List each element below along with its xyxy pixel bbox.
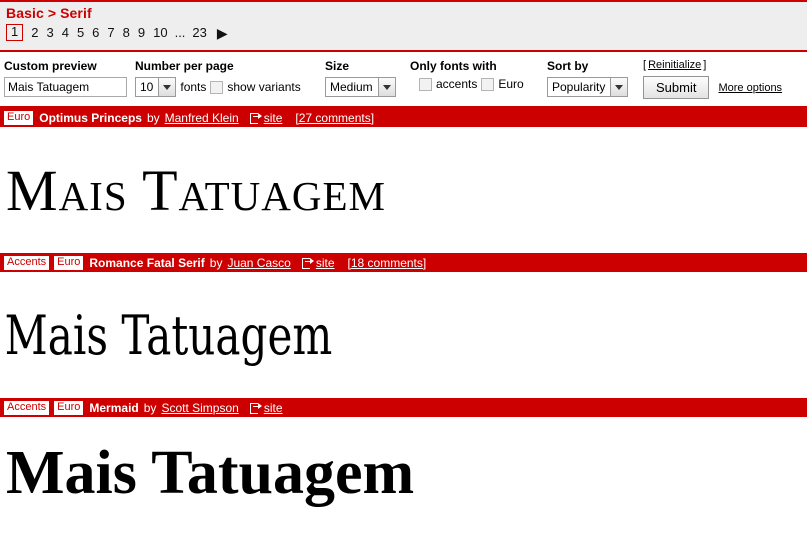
sort-by-label: Sort by — [547, 59, 589, 73]
pagination: 1 2 3 4 5 6 7 8 9 10 ... 23 ▶ — [4, 24, 803, 41]
font-name: Optimus Princeps — [39, 110, 142, 125]
chevron-down-icon — [158, 78, 176, 96]
font-site-link[interactable]: site — [264, 401, 283, 415]
font-comments-link[interactable]: [18 comments] — [348, 256, 427, 270]
font-site-link[interactable]: site — [264, 111, 283, 125]
pagination-page-last[interactable]: 23 — [188, 25, 210, 41]
by-label: by — [146, 110, 160, 125]
pagination-page-4[interactable]: 4 — [58, 25, 73, 41]
pagination-page-8[interactable]: 8 — [119, 25, 134, 41]
custom-preview-group: Custom preview — [4, 58, 135, 97]
reinitialize-link[interactable]: Reinitialize — [648, 59, 701, 71]
font-author-link[interactable]: Juan Casco — [227, 256, 290, 270]
accents-label: accents — [436, 77, 478, 91]
font-header-bar: Euro Optimus Princeps by Manfred Klein s… — [0, 108, 807, 127]
custom-preview-label: Custom preview — [4, 59, 97, 73]
by-label: by — [143, 400, 157, 415]
badge-accents[interactable]: Accents — [4, 400, 50, 415]
chevron-down-icon — [377, 78, 395, 96]
badge-euro[interactable]: Euro — [4, 110, 34, 125]
pagination-current-page: 1 — [6, 24, 24, 41]
pagination-page-6[interactable]: 6 — [88, 25, 103, 41]
breadcrumb[interactable]: Basic > Serif — [4, 5, 803, 22]
size-label: Size — [325, 59, 350, 73]
euro-label: Euro — [498, 77, 524, 91]
pagination-page-2[interactable]: 2 — [27, 25, 42, 41]
pagination-ellipsis: ... — [174, 24, 186, 40]
number-per-page-group: Number per page 10 fonts show variants — [135, 58, 325, 97]
size-select[interactable]: Medium — [325, 77, 396, 97]
number-per-page-select[interactable]: 10 — [135, 77, 177, 97]
badge-euro[interactable]: Euro — [54, 255, 84, 270]
custom-preview-input[interactable] — [4, 77, 127, 97]
pagination-page-9[interactable]: 9 — [134, 25, 149, 41]
size-group: Size Medium — [325, 58, 410, 97]
sort-by-group: Sort by Popularity — [547, 58, 643, 97]
font-preview-text: Mais Tatuagem — [6, 157, 386, 223]
pagination-page-3[interactable]: 3 — [42, 25, 57, 41]
pagination-page-10[interactable]: 10 — [149, 25, 171, 41]
fonts-suffix-label: fonts — [180, 80, 207, 94]
by-label: by — [209, 255, 223, 270]
euro-checkbox[interactable] — [481, 77, 495, 91]
sort-by-value: Popularity — [552, 80, 606, 94]
sort-by-select[interactable]: Popularity — [547, 77, 629, 97]
size-value: Medium — [330, 80, 373, 94]
pagination-page-7[interactable]: 7 — [103, 25, 118, 41]
pagination-page-5[interactable]: 5 — [73, 25, 88, 41]
font-name: Romance Fatal Serif — [89, 255, 205, 270]
show-variants-checkbox[interactable] — [210, 80, 224, 94]
reinitialize-wrap: [Reinitialize] — [643, 58, 782, 72]
badge-euro[interactable]: Euro — [54, 400, 84, 415]
font-site-link[interactable]: site — [316, 256, 335, 270]
only-fonts-with-group: Only fonts with accents Euro — [410, 58, 547, 91]
external-link-icon — [249, 402, 262, 414]
only-fonts-with-label: Only fonts with — [410, 59, 497, 73]
number-per-page-label: Number per page — [135, 59, 234, 73]
font-author-link[interactable]: Manfred Klein — [165, 111, 239, 125]
external-link-icon — [301, 257, 314, 269]
chevron-down-icon — [610, 78, 628, 96]
reinitialize-bracket-close: ] — [703, 59, 707, 71]
badge-accents[interactable]: Accents — [4, 255, 50, 270]
font-listing-page: Basic > Serif 1 2 3 4 5 6 7 8 9 10 ... 2… — [0, 0, 807, 538]
font-comments-link[interactable]: [27 comments] — [295, 111, 374, 125]
pagination-next-icon[interactable]: ▶ — [217, 26, 228, 40]
font-header-bar: Accents Euro Romance Fatal Serif by Juan… — [0, 253, 807, 272]
font-preview-text: Mais Tatuagem — [4, 303, 333, 367]
font-name: Mermaid — [89, 400, 139, 415]
submit-group: [Reinitialize] Submit More options — [643, 58, 782, 99]
external-link-icon — [249, 112, 262, 124]
more-options-link[interactable]: More options — [718, 82, 782, 94]
reinitialize-bracket-open: [ — [643, 59, 647, 71]
font-preview-text: Mais Tatuagem — [6, 439, 415, 507]
accents-checkbox[interactable] — [419, 77, 432, 91]
submit-button[interactable]: Submit — [643, 76, 710, 99]
header-bar: Basic > Serif 1 2 3 4 5 6 7 8 9 10 ... 2… — [0, 0, 807, 52]
font-header-bar: Accents Euro Mermaid by Scott Simpson si… — [0, 398, 807, 417]
font-author-link[interactable]: Scott Simpson — [161, 401, 238, 415]
show-variants-label: show variants — [227, 80, 301, 94]
options-toolbar: Custom preview Number per page 10 fonts … — [0, 52, 807, 108]
number-per-page-value: 10 — [140, 80, 154, 94]
